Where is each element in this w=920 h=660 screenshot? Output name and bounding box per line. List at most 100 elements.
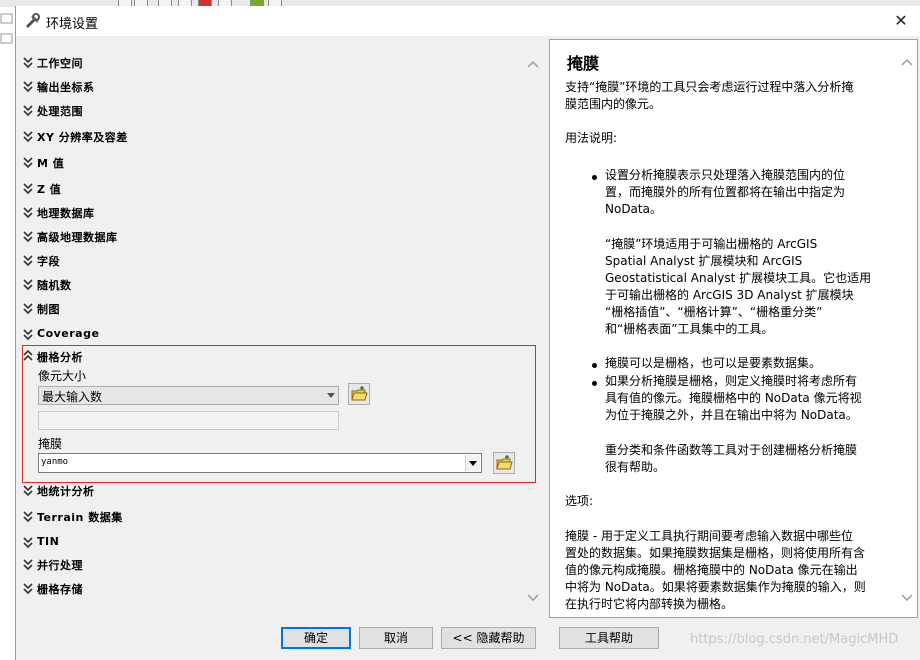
usage-heading: 用法说明:	[565, 131, 618, 145]
scroll-up-icon[interactable]	[900, 56, 914, 68]
text-line: “栅格插值”、“栅格计算”、“栅格重分类”	[605, 305, 823, 319]
cancel-button[interactable]: 取消	[359, 627, 433, 649]
folder-icon	[351, 386, 368, 401]
section-label: TIN	[37, 535, 60, 548]
mask-label: 掩膜	[38, 437, 63, 451]
chevron-down-icon	[23, 511, 33, 523]
section-label: 处理范围	[37, 105, 83, 118]
chevron-down-icon	[23, 131, 33, 143]
chevron-down-icon	[23, 231, 33, 243]
options-heading: 选项:	[565, 494, 594, 508]
section-label: 地理数据库	[37, 207, 95, 220]
section-label: 字段	[37, 255, 60, 268]
chevron-down-icon	[23, 329, 33, 341]
text-line: 值的像元构成掩膜。栅格掩膜中的 NoData 像元在输出	[565, 563, 858, 577]
scroll-down-icon[interactable]	[526, 592, 540, 604]
text-line: 和“栅格表面”工具集中的工具。	[605, 322, 774, 336]
text-line: Spatial Analyst 扩展模块和 ArcGIS	[605, 254, 803, 268]
text-line: 中将为 NoData。如果将要素数据集作为掩膜的输入，则	[565, 580, 866, 594]
section-label: XY 分辨率及容差	[37, 131, 128, 144]
text-line: 掩膜 - 用于定义工具执行期间要考虑输入数据中哪些位	[565, 529, 853, 543]
text-line: 如果分析掩膜是栅格，则定义掩膜时将考虑所有	[605, 374, 858, 388]
cell-size-value: 最大输入数	[42, 390, 103, 404]
mask-dropdown-button[interactable]	[465, 455, 480, 471]
text-line: 设置分析掩膜表示只处理落入掩膜范围内的位	[605, 168, 846, 182]
hide-help-button[interactable]: << 隐藏帮助	[441, 627, 536, 649]
section-label: 高级地理数据库	[37, 231, 118, 244]
section-label: 工作空间	[37, 57, 83, 70]
text-line: 为位于掩膜之外，并且在输出中将为 NoData。	[605, 408, 858, 422]
bullet	[592, 363, 597, 368]
chevron-down-icon	[23, 485, 33, 497]
help-bullet-1: 设置分析掩膜表示只处理落入掩膜范围内的位 置，而掩膜外的所有位置都将在输出中指定…	[605, 167, 845, 218]
bullet	[592, 381, 597, 386]
help-paragraph-2: 重分类和条件函数等工具对于创建栅格分析掩膜 很有帮助。	[605, 442, 857, 476]
section-label: Coverage	[37, 327, 100, 340]
section-label: 输出坐标系	[37, 81, 95, 94]
environment-settings-dialog: 环境设置 ✕ 工作空间输出坐标系处理范围 XY 分辨率及容差 M 值 Z 值地理数据库…	[15, 6, 920, 660]
close-button[interactable]: ✕	[881, 6, 920, 36]
scroll-down-icon[interactable]	[900, 592, 914, 604]
cell-size-select[interactable]: 最大输入数	[38, 386, 339, 405]
settings-panel: 工作空间输出坐标系处理范围 XY 分辨率及容差 M 值 Z 值地理数据库高级地理数据库…	[21, 44, 543, 616]
chevron-down-icon	[23, 183, 33, 195]
text-line: 支持“掩膜”环境的工具只会考虑运行过程中落入分析掩	[565, 80, 854, 94]
cell-size-label: 像元大小	[38, 369, 87, 383]
help-title: 掩膜	[567, 54, 600, 73]
section-label: 地统计分析	[37, 485, 95, 498]
chevron-down-icon	[23, 105, 33, 117]
cell-size-field[interactable]	[38, 411, 339, 430]
chevron-down-icon	[23, 559, 33, 571]
section-label: 随机数	[37, 279, 72, 292]
mask-select[interactable]: yanmo	[38, 453, 482, 473]
chevron-down-icon	[23, 57, 33, 69]
help-bullet-3: 如果分析掩膜是栅格，则定义掩膜时将考虑所有 具有值的像元。掩膜栅格中的 NoDa…	[605, 373, 862, 424]
help-bullet-2: 掩膜可以是栅格，也可以是要素数据集。	[605, 356, 822, 370]
chevron-up-icon	[23, 349, 33, 361]
help-intro: 支持“掩膜”环境的工具只会考虑运行过程中落入分析掩 膜范围内的像元。	[565, 79, 853, 113]
help-paragraph-1: “掩膜”环境适用于可输出栅格的 ArcGIS Spatial Analyst 扩…	[605, 236, 871, 338]
help-options: 掩膜 - 用于定义工具执行期间要考虑输入数据中哪些位 置处的数据集。如果掩膜数据…	[565, 528, 866, 613]
text-line: 重分类和条件函数等工具对于创建栅格分析掩膜	[605, 443, 858, 457]
text-line: 置，而掩膜外的所有位置都将在输出中指定为	[605, 185, 846, 199]
tools-icon	[25, 13, 40, 29]
browse-mask-button[interactable]	[493, 452, 515, 474]
chevron-down-icon	[23, 207, 33, 219]
section-label: M 值	[37, 157, 65, 170]
chevron-down-icon	[23, 303, 33, 315]
chevron-down-icon	[23, 583, 33, 595]
folder-icon	[496, 455, 513, 470]
text-line: “掩膜”环境适用于可输出栅格的 ArcGIS	[605, 237, 818, 251]
chevron-down-icon	[23, 537, 33, 549]
text-line: 具有值的像元。掩膜栅格中的 NoData 像元将视	[605, 391, 862, 405]
text-line: 于可输出栅格的 ArcGIS 3D Analyst 扩展模块	[605, 288, 854, 302]
title-bar: 环境设置 ✕	[16, 6, 920, 36]
chevron-down-icon	[23, 157, 33, 169]
ok-button[interactable]: 确定	[281, 627, 351, 649]
section-label: 栅格分析	[37, 351, 83, 364]
chevron-down-icon	[469, 461, 477, 466]
text-line: NoData。	[605, 202, 662, 216]
text-line: 置处的数据集。如果掩膜数据集是栅格，则将使用所有含	[565, 546, 866, 560]
section-label: 制图	[37, 303, 60, 316]
section-label: 并行处理	[37, 559, 83, 572]
section-label: Z 值	[37, 183, 62, 196]
text-line: Geostatistical Analyst 扩展模块工具。它也适用	[605, 271, 872, 285]
bullet	[592, 175, 597, 180]
chevron-down-icon	[23, 81, 33, 93]
text-line: 膜范围内的像元。	[565, 97, 662, 111]
help-panel: 掩膜 支持“掩膜”环境的工具只会考虑运行过程中落入分析掩 膜范围内的像元。 用法…	[549, 39, 918, 618]
chevron-down-icon	[327, 393, 335, 398]
window-title: 环境设置	[46, 17, 99, 32]
mask-value: yanmo	[41, 457, 69, 467]
watermark: https://blog.csdn.net/MagicMHD	[690, 632, 899, 647]
browse-cell-size-button[interactable]	[348, 383, 370, 405]
background-app-icons	[0, 13, 13, 44]
scroll-up-icon[interactable]	[526, 58, 540, 70]
tool-help-button[interactable]: 工具帮助	[559, 627, 659, 649]
chevron-down-icon	[23, 255, 33, 267]
text-line: 很有帮助。	[605, 460, 666, 474]
section-label: Terrain 数据集	[37, 511, 123, 524]
section-label: 栅格存储	[37, 583, 83, 596]
chevron-down-icon	[23, 279, 33, 291]
